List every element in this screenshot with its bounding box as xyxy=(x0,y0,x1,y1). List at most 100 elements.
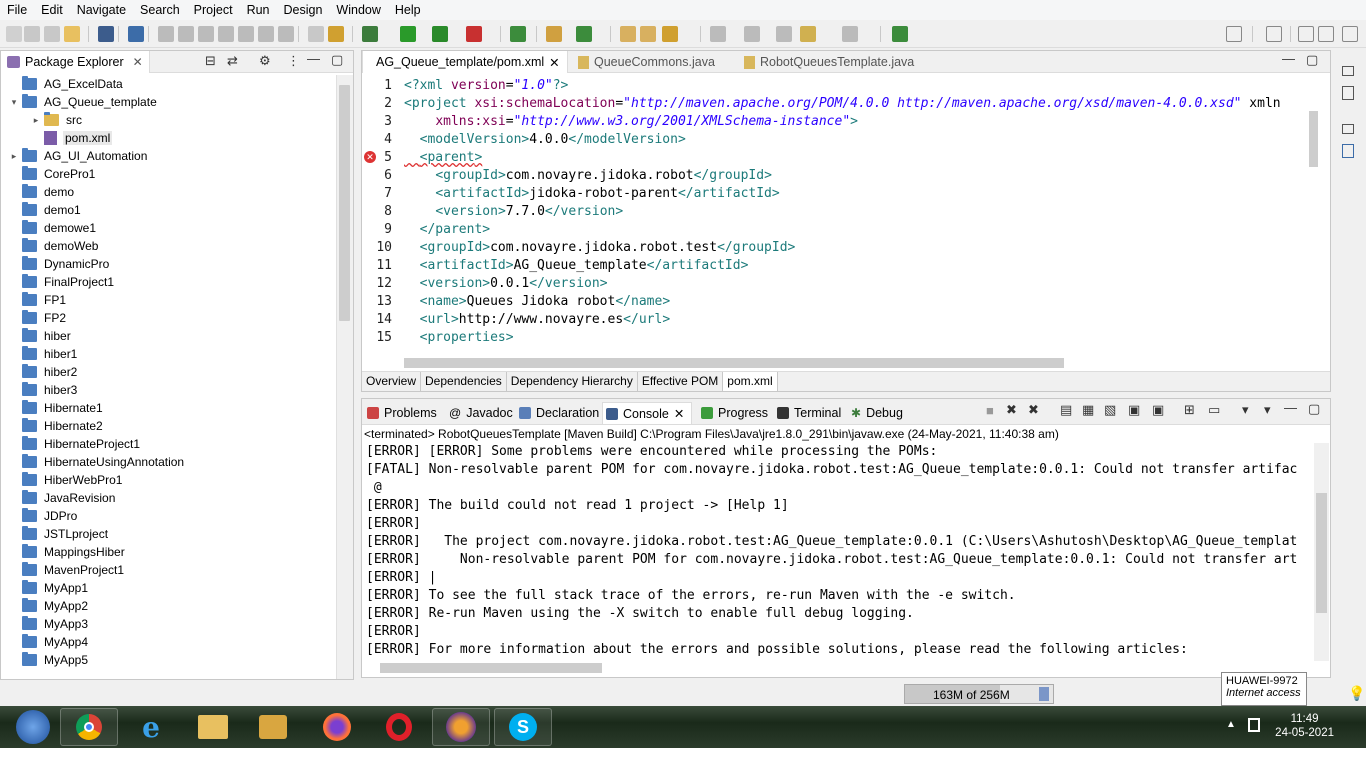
menu-edit[interactable]: Edit xyxy=(34,3,70,17)
pom-tab-effective-pom[interactable]: Effective POM xyxy=(638,372,724,391)
outline-icon[interactable] xyxy=(1342,86,1354,100)
new-icon[interactable] xyxy=(6,26,22,42)
new-package-icon[interactable] xyxy=(546,26,562,42)
open-type-icon[interactable] xyxy=(620,26,636,42)
expanded-arrow-icon[interactable]: ▾ xyxy=(9,97,19,108)
display-console-icon[interactable]: ▣ xyxy=(1152,402,1164,418)
trash-icon[interactable] xyxy=(1039,687,1049,701)
lightbulb-icon[interactable]: 💡 xyxy=(1348,685,1365,702)
menu-file[interactable]: File xyxy=(0,3,34,17)
tree-item[interactable]: FP2 xyxy=(9,309,66,327)
tree-item[interactable]: FinalProject1 xyxy=(9,273,114,291)
ie-taskbar-button[interactable]: e xyxy=(122,708,180,746)
code-line[interactable]: 5 <parent> xyxy=(362,149,1307,167)
code-line[interactable]: 4 <modelVersion>4.0.0</modelVersion> xyxy=(362,131,1307,149)
start-button[interactable] xyxy=(4,708,62,746)
editor-vscroll[interactable] xyxy=(1306,77,1320,355)
package-explorer-scrollbar[interactable] xyxy=(336,75,353,679)
media-taskbar-button[interactable] xyxy=(244,708,302,746)
restore-icon[interactable] xyxy=(1342,124,1354,134)
close-icon[interactable]: ✕ xyxy=(133,55,143,69)
minimize-icon[interactable]: — xyxy=(1284,400,1297,415)
code-line[interactable]: 15 <properties> xyxy=(362,329,1307,347)
tab-console[interactable]: Console ✕ xyxy=(602,402,692,424)
drop-to-frame-icon[interactable] xyxy=(308,26,324,42)
step-into-icon[interactable] xyxy=(238,26,254,42)
search-icon[interactable] xyxy=(1226,26,1242,42)
firefox-taskbar-button[interactable] xyxy=(308,708,366,746)
tree-item[interactable]: demoWeb xyxy=(9,237,98,255)
open-task-icon[interactable] xyxy=(640,26,656,42)
clock[interactable]: 11:49 24-05-2021 xyxy=(1275,712,1334,740)
tree-item[interactable]: DynamicPro xyxy=(9,255,109,273)
menu-window[interactable]: Window xyxy=(329,3,387,17)
tab-declaration[interactable]: Declaration xyxy=(516,402,602,424)
code-editor[interactable]: 1 <?xml version="1.0"?> 2 <project xsi:sche… xyxy=(362,77,1307,355)
tree-item[interactable]: JavaRevision xyxy=(9,489,115,507)
console-vscroll[interactable] xyxy=(1314,443,1329,661)
tree-item[interactable]: hiber1 xyxy=(9,345,77,363)
save-all-icon[interactable] xyxy=(44,26,60,42)
close-icon[interactable]: ✕ xyxy=(674,406,684,421)
menu-help[interactable]: Help xyxy=(388,3,428,17)
external-tools-icon[interactable] xyxy=(466,26,482,42)
pin-console-icon[interactable]: ▣ xyxy=(1128,402,1140,418)
next-annotation-icon[interactable] xyxy=(710,26,726,42)
tree-item[interactable]: hiber xyxy=(9,327,71,345)
back-icon[interactable] xyxy=(800,26,816,42)
code-line[interactable]: 3 xmlns:xsi="http://www.w3.org/2001/XMLS… xyxy=(362,113,1307,131)
close-icon[interactable]: ✕ xyxy=(549,55,559,70)
tree-item[interactable]: FP1 xyxy=(9,291,66,309)
prev-annotation-icon[interactable] xyxy=(744,26,760,42)
skip-breakpoints-icon[interactable] xyxy=(128,26,144,42)
eclipse-taskbar-button[interactable] xyxy=(432,708,490,746)
network-icon[interactable] xyxy=(1248,718,1260,732)
tree-item[interactable]: demo xyxy=(9,183,74,201)
menu-navigate[interactable]: Navigate xyxy=(70,3,133,17)
menu-search[interactable]: Search xyxy=(133,3,187,17)
code-line[interactable]: 7 <artifactId>jidoka-robot-parent</artif… xyxy=(362,185,1307,203)
java-ee-perspective-icon[interactable] xyxy=(1298,26,1314,42)
tree-item[interactable]: demo1 xyxy=(9,201,81,219)
chrome-taskbar-button[interactable] xyxy=(60,708,118,746)
code-line[interactable]: 13 <name>Queues Jidoka robot</name> xyxy=(362,293,1307,311)
tree-item[interactable]: ▸ src xyxy=(31,111,82,129)
view-menu-icon[interactable]: ▾ xyxy=(1264,402,1271,418)
explorer-taskbar-button[interactable] xyxy=(184,708,242,746)
terminal-icon[interactable] xyxy=(98,26,114,42)
tree-item[interactable]: ▸ AG_UI_Automation xyxy=(9,147,147,165)
coverage-icon[interactable] xyxy=(432,26,448,42)
view-menu-icon[interactable]: ▾ xyxy=(1242,402,1249,418)
tree-item[interactable]: MyApp1 xyxy=(9,579,88,597)
suspend-icon[interactable] xyxy=(178,26,194,42)
tab-progress[interactable]: Progress xyxy=(698,402,771,424)
tree-item[interactable]: MappingsHiber xyxy=(9,543,125,561)
search-toolbar-icon[interactable] xyxy=(662,26,678,42)
new-java-class-icon[interactable] xyxy=(510,26,526,42)
restore-icon[interactable] xyxy=(1342,66,1354,76)
menu-design[interactable]: Design xyxy=(277,3,330,17)
pom-tab-overview[interactable]: Overview xyxy=(362,372,422,391)
tab-javadoc[interactable]: @ Javadoc xyxy=(446,402,516,424)
tree-item[interactable]: MyApp2 xyxy=(9,597,88,615)
collapse-all-icon[interactable]: ⊟ xyxy=(205,53,216,69)
debug-perspective-icon[interactable] xyxy=(1342,26,1358,42)
tree-item[interactable]: JDPro xyxy=(9,507,77,525)
use-step-filters-icon[interactable] xyxy=(328,26,344,42)
tree-item[interactable]: pom.xml xyxy=(31,129,113,147)
code-line[interactable]: 14 <url>http://www.novayre.es</url> xyxy=(362,311,1307,329)
view-menu-icon[interactable]: ⋮ xyxy=(287,53,300,69)
tab-robotqueuestemplate[interactable]: RobotQueuesTemplate.java xyxy=(736,51,922,73)
code-line[interactable]: 6 <groupId>com.novayre.jidoka.robot</gro… xyxy=(362,167,1307,185)
tab-debug[interactable]: ✱ Debug xyxy=(848,402,906,424)
tree-item[interactable]: CorePro1 xyxy=(9,165,95,183)
pom-tab-pom-xml[interactable]: pom.xml xyxy=(723,372,778,391)
console-hscroll[interactable] xyxy=(366,661,1310,675)
menu-run[interactable]: Run xyxy=(240,3,277,17)
package-explorer-tab[interactable]: Package Explorer ✕ xyxy=(1,51,150,73)
tree-item[interactable]: HibernateProject1 xyxy=(9,435,140,453)
open-perspective-icon[interactable] xyxy=(1266,26,1282,42)
new-class-icon[interactable] xyxy=(576,26,592,42)
tree-item[interactable]: AG_ExcelData xyxy=(9,75,123,93)
tree-item[interactable]: Hibernate1 xyxy=(9,399,103,417)
